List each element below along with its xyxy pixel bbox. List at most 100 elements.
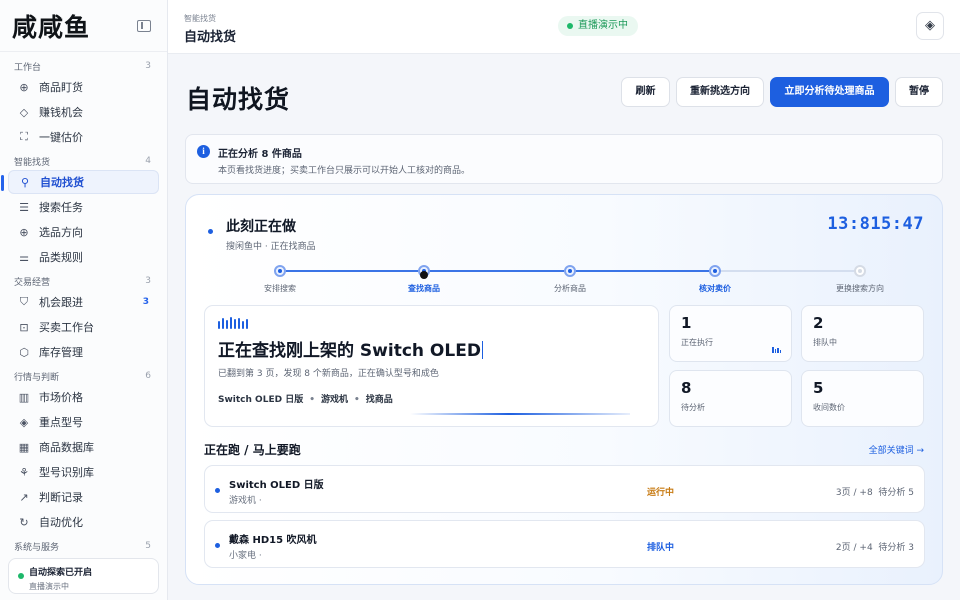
reselect-direction-button[interactable]: 重新挑选方向 — [676, 77, 764, 107]
tag-separator: • — [353, 395, 360, 405]
sidebar-item-label: 一键估价 — [39, 131, 83, 144]
step-connector — [424, 270, 564, 272]
sidebar-item[interactable]: ↗ 判断记录 — [8, 485, 159, 509]
info-banner: i 正在分析 8 件商品 本页看找货进度；买卖工作台只展示可以开始人工核对的商品… — [185, 134, 943, 184]
sidebar-item[interactable]: ◈ 重点型号 — [8, 410, 159, 434]
step-connector — [280, 270, 418, 272]
step-connector — [715, 270, 854, 272]
task-row[interactable]: Switch OLED 日版 游戏机 · 运行中 3页 / +8 待分析 5 — [204, 465, 925, 513]
list-icon: ☰ — [19, 200, 29, 214]
step-label: 更换搜索方向 — [836, 284, 884, 293]
info-description: 本页看找货进度；买卖工作台只展示可以开始人工核对的商品。 — [218, 166, 471, 176]
task-pages: 3页 / +8 — [835, 488, 873, 498]
now-title: 此刻正在做 — [226, 219, 296, 235]
sidebar-collapse-icon[interactable] — [137, 19, 151, 32]
stat-value: 5 — [813, 379, 824, 397]
diamond-arrow-icon[interactable]: ◈ — [916, 12, 944, 40]
step-connector — [570, 270, 709, 272]
stat-running[interactable]: 1 正在执行 — [669, 305, 792, 362]
sidebar-item-label: 搜索任务 — [39, 201, 83, 214]
pause-button[interactable]: 暂停 — [895, 77, 943, 107]
nav-group-header: 行情与判断 6 — [0, 368, 167, 384]
sidebar-item-label: 自动找货 — [40, 176, 84, 189]
breadcrumb[interactable]: 智能找货 — [184, 13, 216, 24]
refresh-button[interactable]: 刷新 — [621, 77, 670, 107]
bar-chart-icon: ▥ — [18, 390, 30, 404]
all-keywords-link[interactable]: 全部关键词 → — [869, 443, 924, 456]
tag-separator: • — [309, 395, 315, 405]
sidebar-item[interactable]: ⊕ 选品方向 — [8, 220, 159, 244]
task-row[interactable]: 戴森 HD15 吹风机 小家电 · 排队中 2页 / +4 待分析 3 — [204, 520, 925, 568]
nav-group-label: 系统与服务 — [14, 542, 60, 553]
search-tag: 找商品 — [365, 395, 393, 405]
sidebar-nav: 工作台 3 ⊕ 商品盯货 ◇ 赚钱机会 ⛶ 一键估价 智能找货 4 ⚲ 自动找货 ☰ 搜索任务 ⊕ 选品方向 ⚌… — [0, 52, 167, 554]
sidebar-item-label: 判断记录 — [39, 491, 83, 504]
app-logo[interactable]: 咸咸鱼 — [12, 8, 90, 44]
stat-label: 排队中 — [813, 338, 837, 347]
status-title: 自动探索已开启 — [29, 568, 93, 578]
sidebar-item-label: 商品盯货 — [39, 81, 83, 94]
nav-group-count: 5 — [145, 541, 151, 551]
task-dot-icon — [215, 488, 220, 493]
sidebar-item-badge: 3 — [142, 297, 149, 307]
running-section-title: 正在跑 / 马上要跑 — [204, 443, 301, 457]
sidebar-item[interactable]: ⊡ 买卖工作台 — [8, 315, 159, 339]
sidebar-item[interactable]: ⚘ 型号识别库 — [8, 460, 159, 484]
task-name: 戴森 HD15 吹风机 — [229, 535, 317, 546]
nav-group-header: 智能找货 4 — [0, 153, 167, 169]
sidebar-item[interactable]: ⊕ 商品盯货 — [8, 75, 159, 99]
step-label: 核对卖价 — [699, 284, 731, 293]
sidebar-item[interactable]: ◇ 赚钱机会 — [8, 100, 159, 124]
sidebar-item[interactable]: ▦ 商品数据库 — [8, 435, 159, 459]
task-pending: 待分析 5 — [878, 488, 914, 498]
live-demo-badge: 直播演示中 — [558, 16, 638, 36]
current-search-card: 正在查找刚上架的 Switch OLED 已翻到第 3 页，发现 8 个新商品，… — [204, 305, 659, 427]
auto-explore-status[interactable]: 自动探索已开启 直播演示中 — [8, 558, 159, 594]
sidebar-item[interactable]: ↻ 自动优化 — [8, 510, 159, 534]
sidebar-item[interactable]: ☰ 搜索任务 — [8, 195, 159, 219]
sidebar-item-label: 库存管理 — [39, 346, 83, 359]
refresh-icon: ↻ — [19, 515, 29, 529]
stat-label: 收间数价 — [813, 403, 845, 412]
stat-label: 正在执行 — [681, 338, 713, 347]
step-node-icon — [854, 265, 866, 277]
sidebar-item-label: 选品方向 — [39, 226, 83, 239]
search-progress-bar — [410, 413, 630, 415]
now-panel: 此刻正在做 搜闲鱼中 · 正在找商品 13:815:47 安排搜索 查找商品 分析商… — [185, 194, 943, 585]
box-icon: ⬡ — [19, 345, 29, 359]
page-title: 自动找货 — [186, 85, 291, 114]
sidebar-item-label: 赚钱机会 — [39, 106, 83, 119]
analyze-now-button[interactable]: 立即分析待处理商品 — [770, 77, 889, 107]
stat-pending-analysis[interactable]: 8 待分析 — [669, 370, 792, 427]
task-category: 小家电 · — [229, 551, 262, 561]
search-icon: ⚲ — [20, 175, 30, 189]
sidebar-item-label: 市场价格 — [39, 391, 83, 404]
search-tag: Switch OLED 日版 — [218, 395, 304, 405]
sliders-icon: ⚌ — [19, 250, 29, 264]
task-category: 游戏机 · — [229, 496, 262, 506]
sidebar-item[interactable]: ⚌ 品类规则 — [8, 245, 159, 269]
stat-recovered-price[interactable]: 5 收间数价 — [801, 370, 924, 427]
nav-group-count: 3 — [145, 61, 151, 71]
nav-group-label: 工作台 — [14, 62, 42, 73]
step-label: 查找商品 — [408, 284, 440, 293]
sidebar-item-label: 自动优化 — [39, 516, 83, 529]
task-pages: 2页 / +4 — [835, 543, 873, 553]
sidebar-item[interactable]: ⚲ 自动找货 — [1, 170, 159, 194]
step-node-icon — [709, 265, 721, 277]
now-subtitle: 搜闲鱼中 · 正在找商品 — [226, 242, 316, 252]
sidebar-item[interactable]: ⬡ 库存管理 — [8, 340, 159, 364]
search-description: 已翻到第 3 页，发现 8 个新商品，正在确认型号和成色 — [218, 369, 439, 379]
stat-value: 2 — [813, 314, 824, 332]
sidebar-item[interactable]: ▥ 市场价格 — [8, 385, 159, 409]
status-subtitle: 直播演示中 — [29, 582, 69, 591]
task-state: 运行中 — [647, 488, 675, 498]
stat-queued[interactable]: 2 排队中 — [801, 305, 924, 362]
clock: 13:815:47 — [827, 214, 924, 234]
sidebar-item[interactable]: ⛶ 一键估价 — [8, 125, 159, 149]
sidebar-item-label: 重点型号 — [39, 416, 83, 429]
search-headline: 正在查找刚上架的 Switch OLED — [218, 336, 484, 361]
nav-group-header: 系统与服务 5 — [0, 538, 167, 554]
sidebar-item[interactable]: ⛉ 机会跟进 3 — [8, 290, 159, 314]
tag-icon: ◈ — [19, 415, 29, 429]
